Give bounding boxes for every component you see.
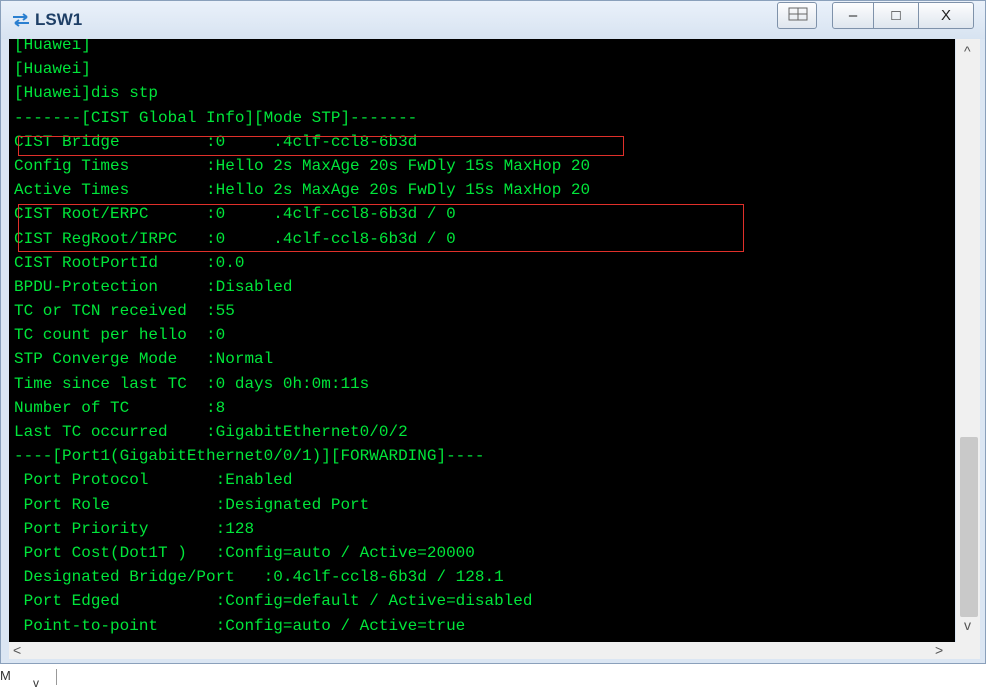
terminal-line: TC or TCN received :55 <box>14 302 235 321</box>
terminal-line: [Huawei] <box>14 60 91 79</box>
maximize-button[interactable]: □ <box>874 2 919 29</box>
terminal-line: Designated Bridge/Port :0.4clf-ccl8-6b3d… <box>14 568 504 587</box>
layout-button[interactable] <box>777 2 817 29</box>
highlight-box-cist-root <box>18 204 744 252</box>
terminal-line: TC count per hello :0 <box>14 326 226 345</box>
terminal-line: ----[Port1(GigabitEthernet0/0/1)][FORWAR… <box>14 447 485 466</box>
layout-icon <box>788 7 808 21</box>
minimize-button[interactable]: – <box>832 2 874 29</box>
maximize-icon: □ <box>891 7 901 24</box>
terminal-line: STP Converge Mode :Normal <box>14 350 274 369</box>
terminal-line: Port Cost(Dot1T ) :Config=auto / Active=… <box>14 543 475 562</box>
window-title: LSW1 <box>35 10 83 29</box>
vertical-scrollbar[interactable]: ^ v <box>956 39 980 642</box>
terminal-line: Port Role :Designated Port <box>14 495 370 514</box>
terminal-line: Active Times :Hello 2s MaxAge 20s FwDly … <box>14 181 591 200</box>
terminal-line: Config Times :Hello 2s MaxAge 20s FwDly … <box>14 156 591 175</box>
terminal-line: Port Priority :128 <box>14 519 255 538</box>
scroll-up-icon[interactable]: ^ <box>964 43 971 59</box>
terminal-output: [Huawei] [Huawei] [Huawei]dis stp ------… <box>14 39 590 638</box>
terminal-line: Last TC occurred :GigabitEthernet0/0/2 <box>14 423 408 441</box>
terminal-line: Number of TC :8 <box>14 398 226 417</box>
scroll-down-icon[interactable]: v <box>964 617 971 633</box>
minimize-icon: – <box>848 7 858 24</box>
terminal-line: Port Protocol :Enabled <box>14 471 293 490</box>
divider <box>56 669 57 685</box>
terminal-line: [Huawei]dis stp <box>14 84 159 103</box>
terminal-console[interactable]: [Huawei] [Huawei] [Huawei]dis stp ------… <box>9 39 955 642</box>
below-window-text: M <box>0 668 11 683</box>
switch-app-icon <box>13 13 29 27</box>
terminal-line: Point-to-point :Config=auto / Active=tru… <box>14 616 466 635</box>
terminal-line: [Huawei] <box>14 39 91 54</box>
scroll-right-icon[interactable]: > <box>935 642 943 658</box>
scroll-left-icon[interactable]: < <box>13 642 21 658</box>
terminal-window: LSW1 – □ X [Huawei] [Huawei] [Huawei]dis… <box>0 0 986 664</box>
terminal-line: Port Edged :Config=default / Active=disa… <box>14 592 533 611</box>
close-button[interactable]: X <box>919 2 974 29</box>
below-window-area <box>0 664 986 691</box>
terminal-line: CIST RootPortId :0.0 <box>14 253 245 272</box>
terminal-line: Time since last TC :0 days 0h:0m:11s <box>14 374 370 393</box>
terminal-line: BPDU-Protection :Disabled <box>14 277 293 296</box>
title-bar[interactable]: LSW1 – □ X <box>1 1 985 39</box>
chevron-down-icon[interactable]: v <box>33 676 39 690</box>
terminal-line: -------[CIST Global Info][Mode STP]-----… <box>14 108 418 127</box>
close-icon: X <box>940 7 951 24</box>
horizontal-scrollbar[interactable]: < > <box>9 642 956 659</box>
resize-grip[interactable] <box>956 642 980 659</box>
highlight-box-cist-bridge <box>18 136 624 156</box>
vertical-scroll-thumb[interactable] <box>960 437 978 617</box>
